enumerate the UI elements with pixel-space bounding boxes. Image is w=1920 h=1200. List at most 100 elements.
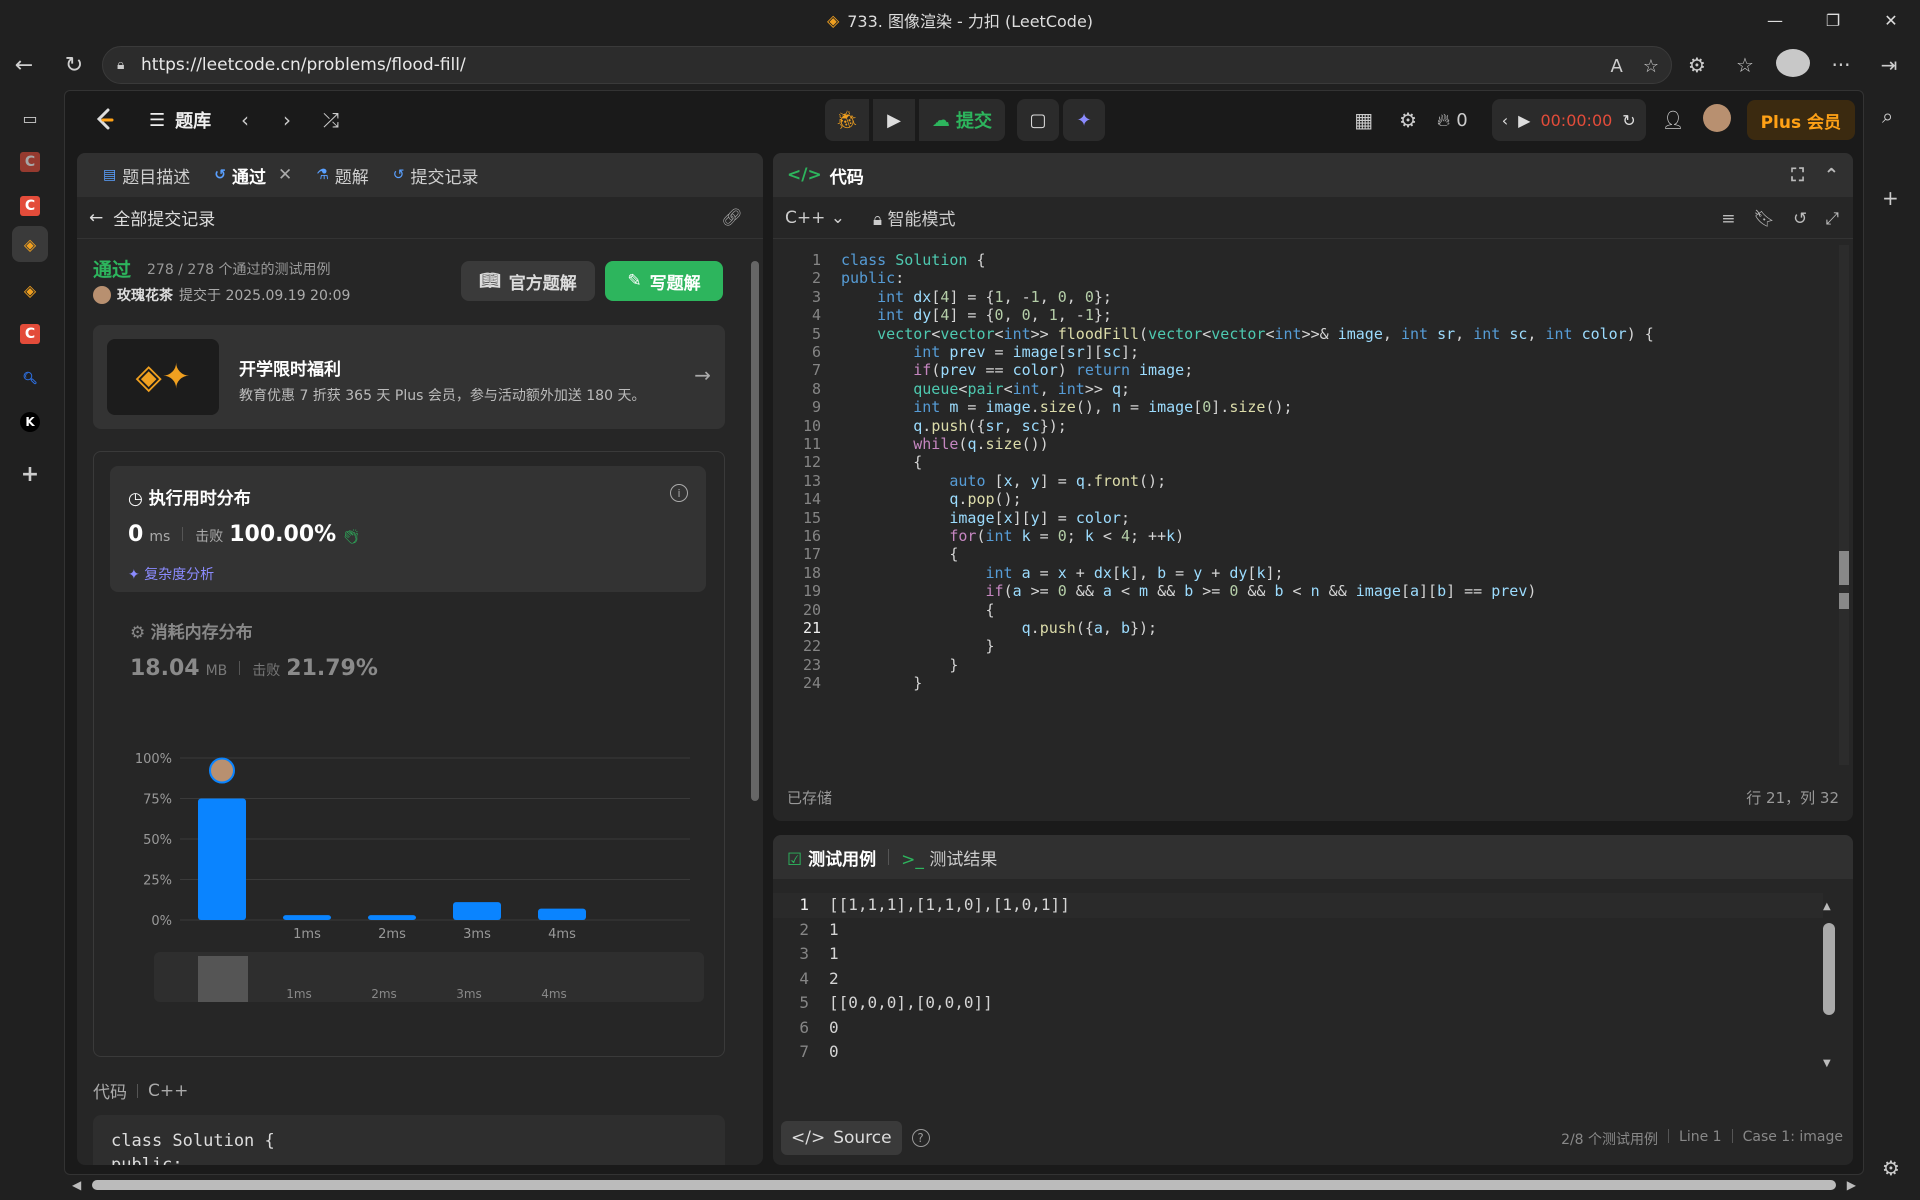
- favorite-star-icon[interactable]: ☆: [1643, 56, 1659, 77]
- back-button[interactable]: ←: [4, 45, 44, 85]
- tab-description[interactable]: ▤ 题目描述: [91, 163, 202, 188]
- streak-counter[interactable]: 🔥︎ 0: [1437, 110, 1468, 131]
- debug-button[interactable]: 🐞︎: [825, 99, 869, 141]
- more-icon[interactable]: ···: [1824, 53, 1858, 77]
- runtime-distribution-chart[interactable]: 100% 75% 50% 25% 0% 1ms 2ms 3ms 4ms 1ms 2ms 3ms 4ms: [110, 722, 710, 1042]
- editor-scrollbar[interactable]: [1839, 245, 1849, 765]
- search-icon[interactable]: ⌕: [1882, 104, 1893, 128]
- shuffle-icon[interactable]: ⤮: [323, 108, 339, 132]
- testcase-input[interactable]: 1 [[1,1,1],[1,1,0],[1,0,1]] 2 1 3 1 4 2 5 [[0,0,0…: [773, 893, 1833, 1073]
- tab-favicon-c2[interactable]: C: [12, 188, 48, 224]
- tab-favicon-k[interactable]: K: [12, 404, 48, 440]
- user-avatar[interactable]: [1702, 104, 1731, 136]
- testcase-line[interactable]: 70: [773, 1040, 1823, 1065]
- reset-icon[interactable]: ↺: [1793, 209, 1807, 229]
- new-tab-icon[interactable]: +: [12, 456, 48, 492]
- smart-mode[interactable]: 🔒︎ 智能模式: [873, 205, 955, 230]
- chart-overview-window[interactable]: [198, 956, 248, 1002]
- timer-play-icon[interactable]: ▶: [1518, 111, 1530, 130]
- tab-favicon-c3[interactable]: C: [12, 316, 48, 352]
- tab-test-result[interactable]: >_ 测试结果: [901, 845, 997, 870]
- testcase-line[interactable]: 60: [773, 1016, 1823, 1041]
- chart-bar[interactable]: [283, 915, 331, 920]
- case-info: Case 1: image: [1742, 1129, 1843, 1145]
- favorites-icon[interactable]: ☆: [1728, 53, 1762, 77]
- testcase-line[interactable]: 5 [[0,0,0],[0,0,0]]: [773, 991, 1823, 1016]
- collapse-icon[interactable]: ⌃: [1824, 165, 1839, 186]
- next-problem-icon[interactable]: ›: [283, 108, 291, 132]
- chart-bar[interactable]: [198, 798, 246, 921]
- close-tab-icon[interactable]: ✕: [278, 165, 292, 185]
- add-icon[interactable]: +: [1882, 186, 1899, 210]
- tab-solutions[interactable]: ⚗ 题解: [304, 163, 381, 188]
- testcase-scrollbar[interactable]: ▲ ▼: [1823, 901, 1835, 1069]
- sidebar-toggle-icon[interactable]: ⇥: [1872, 53, 1906, 77]
- tab-submissions[interactable]: ↺ 提交记录: [381, 163, 491, 188]
- settings-gear-icon[interactable]: ⚙: [1882, 1156, 1900, 1180]
- add-friend-icon[interactable]: 👤︎: [1662, 110, 1685, 131]
- code-area[interactable]: 1 class Solution {2 public: 3 int dx[4] = {…: [773, 241, 1839, 769]
- help-icon[interactable]: ?: [911, 1129, 930, 1147]
- reload-button[interactable]: ↻: [54, 45, 94, 85]
- expand-icon[interactable]: ⤢: [1825, 209, 1839, 229]
- language-select[interactable]: C++ ⌄: [785, 208, 845, 228]
- chart-bar[interactable]: [453, 902, 501, 920]
- restore-button[interactable]: ❐: [1804, 0, 1862, 40]
- code-preview: class Solution { public:: [93, 1115, 725, 1165]
- minimize-button[interactable]: —: [1746, 0, 1804, 40]
- tab-testcase[interactable]: ☑ 测试用例: [787, 845, 876, 870]
- leetcode-logo-icon[interactable]: [93, 107, 119, 133]
- memory-title[interactable]: ⚙ 消耗内存分布: [130, 618, 253, 643]
- link-icon[interactable]: 🔗︎: [721, 208, 743, 228]
- promo-image: ◈✦: [107, 339, 219, 415]
- tab-actions-icon[interactable]: ▭: [12, 100, 48, 136]
- tab-favicon-search[interactable]: 🔍︎: [12, 360, 48, 396]
- tab-favicon-leetcode[interactable]: ◈: [12, 272, 48, 308]
- ai-assistant-button[interactable]: ✦: [1063, 99, 1105, 141]
- left-scrollbar[interactable]: [751, 245, 759, 1145]
- submissions-back[interactable]: ← 全部提交记录 🔗︎: [77, 197, 763, 239]
- profile-avatar[interactable]: [1776, 48, 1810, 82]
- code-line[interactable]: 24 }: [773, 672, 1839, 695]
- testcase-line[interactable]: 1 [[1,1,1],[1,1,0],[1,0,1]]: [773, 893, 1823, 918]
- tab-favicon-leetcode-active[interactable]: ◈: [12, 226, 48, 262]
- window-titlebar: ◈ 733. 图像渲染 - 力扣 (LeetCode) — ❐ ✕: [0, 0, 1920, 40]
- complexity-link[interactable]: ✦ 复杂度分析: [128, 564, 214, 584]
- official-solution-button[interactable]: 📖︎ 官方题解: [461, 261, 595, 301]
- runtime-card[interactable]: ◷ 执行用时分布 i 0 ms 击败 100.00% 👏︎ ✦ 复杂度分析: [110, 466, 706, 592]
- tab-favicon-c1[interactable]: C: [12, 144, 48, 180]
- source-button[interactable]: </> Source: [781, 1121, 902, 1155]
- page-horizontal-scrollbar[interactable]: ◀ ▶: [64, 1178, 1864, 1194]
- info-icon[interactable]: i: [670, 484, 688, 502]
- extensions-icon[interactable]: ⚙: [1680, 53, 1714, 77]
- plus-member-button[interactable]: Plus 会员: [1746, 100, 1855, 140]
- address-bar[interactable]: 🔒︎ https://leetcode.cn/problems/flood-fi…: [102, 46, 1672, 84]
- memory-beats: 21.79%: [286, 656, 378, 681]
- promo-banner[interactable]: ◈✦ 开学限时福利 教育优惠 7 折获 365 天 Plus 会员，参与活动额外…: [93, 325, 725, 429]
- layout-icon[interactable]: ▦: [1354, 108, 1373, 132]
- read-aloud-icon[interactable]: A: [1611, 56, 1623, 77]
- prev-problem-icon[interactable]: ‹: [241, 108, 249, 132]
- bookmark-icon[interactable]: 🔖︎: [1754, 209, 1776, 229]
- code-label: 代码: [93, 1083, 127, 1103]
- fullscreen-icon[interactable]: ⛶: [1791, 165, 1804, 186]
- timer-reset-icon[interactable]: ↻: [1622, 111, 1635, 130]
- write-solution-button[interactable]: ✎ 写题解: [605, 261, 723, 301]
- chevron-left-icon[interactable]: ‹: [1502, 111, 1508, 130]
- run-button[interactable]: ▶: [873, 99, 915, 141]
- testcase-line[interactable]: 42: [773, 967, 1823, 992]
- format-icon[interactable]: ≡: [1721, 209, 1735, 229]
- username[interactable]: 玫瑰花茶: [117, 285, 173, 305]
- tab-accepted[interactable]: ↺ 通过 ✕: [202, 163, 304, 188]
- chart-bar[interactable]: [368, 915, 416, 920]
- line-number: 1: [799, 895, 809, 914]
- notes-button[interactable]: ▢: [1017, 99, 1059, 141]
- settings-icon[interactable]: ⚙: [1399, 108, 1417, 132]
- testcase-line[interactable]: 21: [773, 918, 1823, 943]
- problem-list-nav[interactable]: ☰ 题库: [149, 107, 211, 133]
- chart-bar[interactable]: [538, 908, 586, 920]
- close-button[interactable]: ✕: [1862, 0, 1920, 40]
- timer-widget[interactable]: ‹ ▶ 00:00:00 ↻: [1491, 99, 1646, 141]
- testcase-line[interactable]: 31: [773, 942, 1823, 967]
- submit-button[interactable]: ☁ 提交: [919, 99, 1005, 141]
